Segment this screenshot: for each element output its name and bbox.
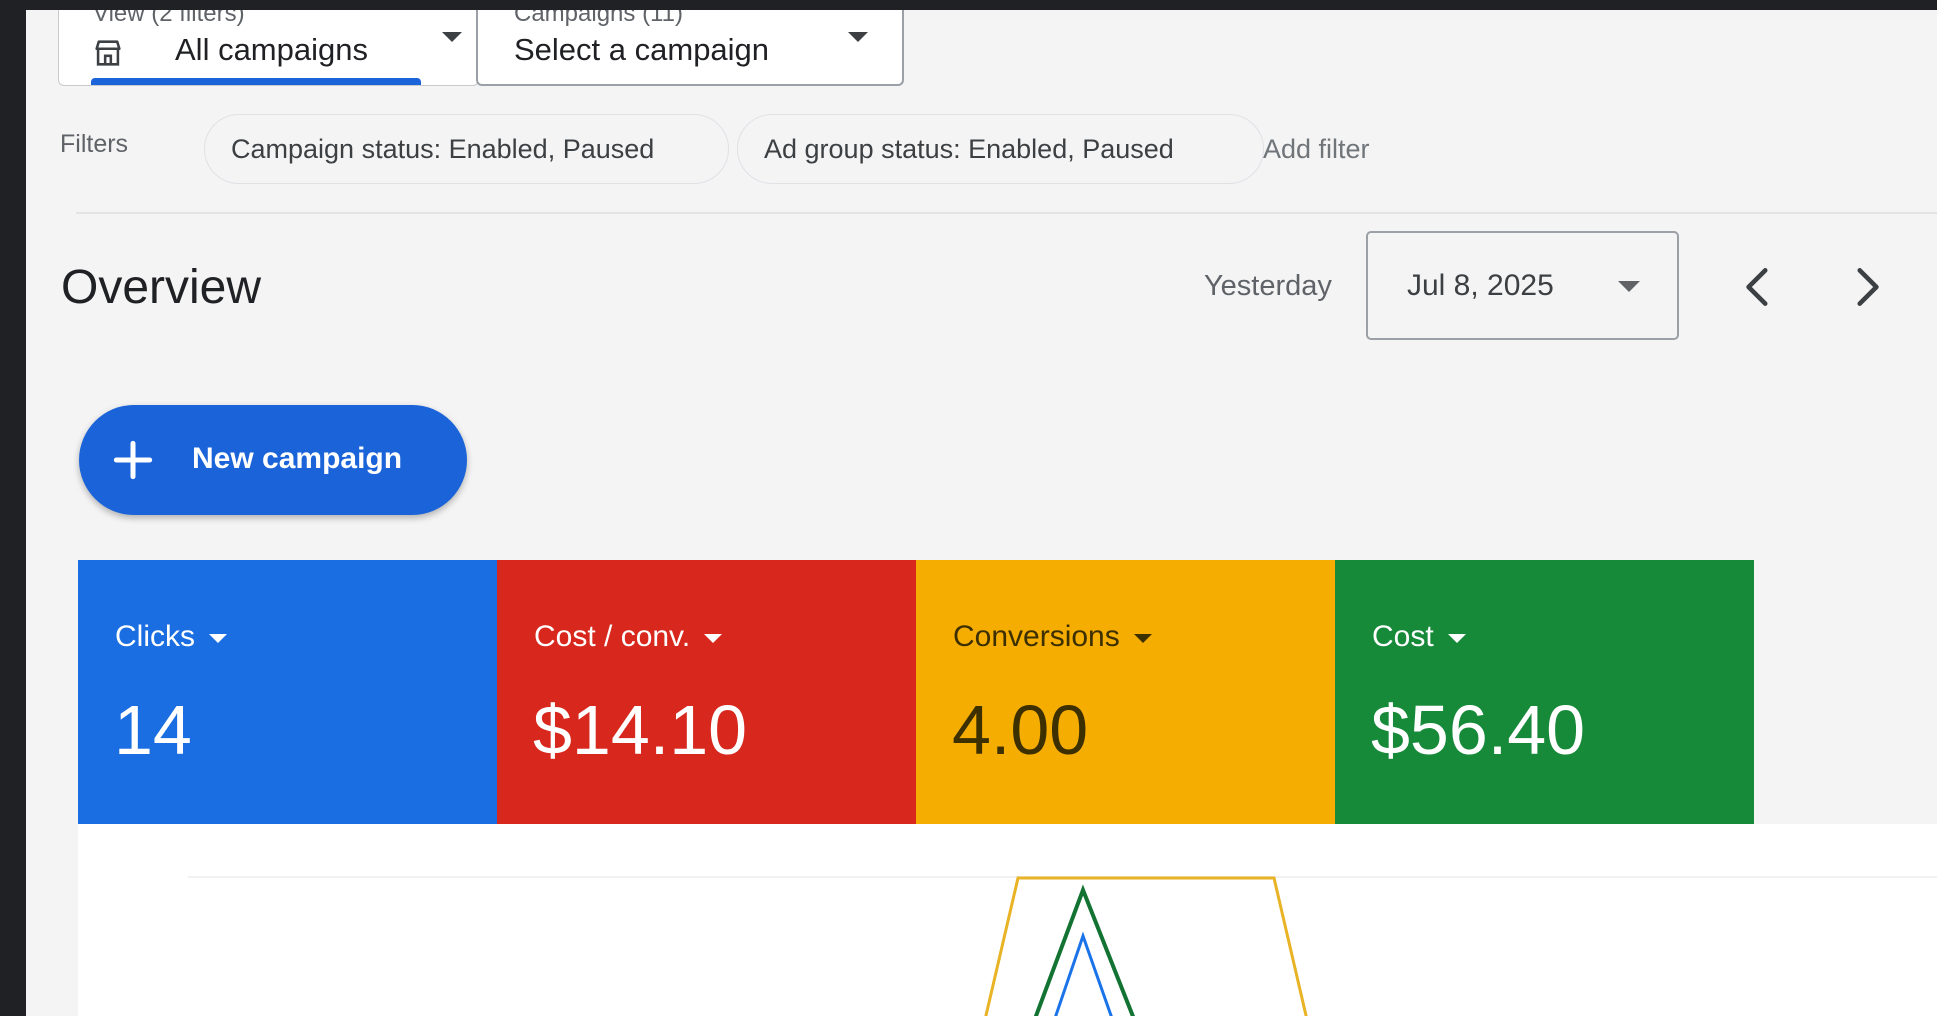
metric-label: Cost / conv. xyxy=(534,620,723,654)
caret-down-icon[interactable] xyxy=(704,633,723,643)
page-title: Overview xyxy=(61,261,262,314)
metric-value: $56.40 xyxy=(1371,691,1586,769)
divider xyxy=(76,212,1937,214)
campaign-select[interactable]: Campaigns (11) Select a campaign xyxy=(476,10,904,86)
date-value: Jul 8, 2025 xyxy=(1407,269,1554,302)
caret-down-icon xyxy=(1618,281,1640,292)
page: View (2 filters) All campaigns Campaigns… xyxy=(26,10,1937,1016)
chart-lines xyxy=(984,876,1308,1016)
series-line-cost xyxy=(1033,884,1135,1016)
metric-tile-clicks[interactable]: Clicks 14 xyxy=(78,560,497,824)
series-line-conversions xyxy=(984,876,1308,1016)
date-picker[interactable]: Jul 8, 2025 xyxy=(1366,231,1679,340)
metric-value: 14 xyxy=(114,691,192,769)
metric-value: 4.00 xyxy=(952,691,1089,769)
filter-chip-campaign-status[interactable]: Campaign status: Enabled, Paused xyxy=(204,114,729,184)
view-select[interactable]: View (2 filters) All campaigns xyxy=(58,10,479,86)
filter-chip-label: Campaign status: Enabled, Paused xyxy=(231,134,655,164)
metric-tile-conversions[interactable]: Conversions 4.00 xyxy=(916,560,1335,824)
performance-chart xyxy=(78,824,1937,1016)
filter-chip-label: Ad group status: Enabled, Paused xyxy=(764,134,1174,164)
plus-icon xyxy=(113,440,153,480)
filter-chip-ad-group-status[interactable]: Ad group status: Enabled, Paused xyxy=(737,114,1264,184)
metric-label: Clicks xyxy=(115,620,227,654)
add-filter-button[interactable]: Add filter xyxy=(1263,134,1370,165)
campaign-select-value: Select a campaign xyxy=(514,32,770,67)
caret-down-icon xyxy=(848,32,868,42)
caret-down-icon[interactable] xyxy=(1133,633,1152,643)
active-underline xyxy=(91,78,421,85)
metric-value: $14.10 xyxy=(533,691,748,769)
metric-label: Conversions xyxy=(953,620,1152,654)
filters-label: Filters xyxy=(60,130,129,158)
new-campaign-label: New campaign xyxy=(192,442,403,475)
chevron-left-icon[interactable] xyxy=(1734,262,1784,312)
caret-down-icon[interactable] xyxy=(1447,633,1466,643)
caret-down-icon xyxy=(442,32,462,42)
view-select-value: All campaigns xyxy=(175,32,368,67)
chevron-right-icon[interactable] xyxy=(1841,262,1891,312)
view-select-label: View (2 filters) xyxy=(93,10,245,27)
new-campaign-button[interactable]: New campaign xyxy=(79,405,467,515)
store-icon xyxy=(95,40,121,66)
caret-down-icon[interactable] xyxy=(209,633,227,643)
metric-tile-cost-per-conv[interactable]: Cost / conv. $14.10 xyxy=(497,560,916,824)
metric-tile-cost[interactable]: Cost $56.40 xyxy=(1335,560,1754,824)
metric-label: Cost xyxy=(1372,620,1466,654)
metric-tiles: Clicks 14 Cost / conv. $14.10 Conversion… xyxy=(78,560,1754,824)
date-preset-label: Yesterday xyxy=(1204,270,1332,302)
campaign-select-label: Campaigns (11) xyxy=(514,10,683,27)
